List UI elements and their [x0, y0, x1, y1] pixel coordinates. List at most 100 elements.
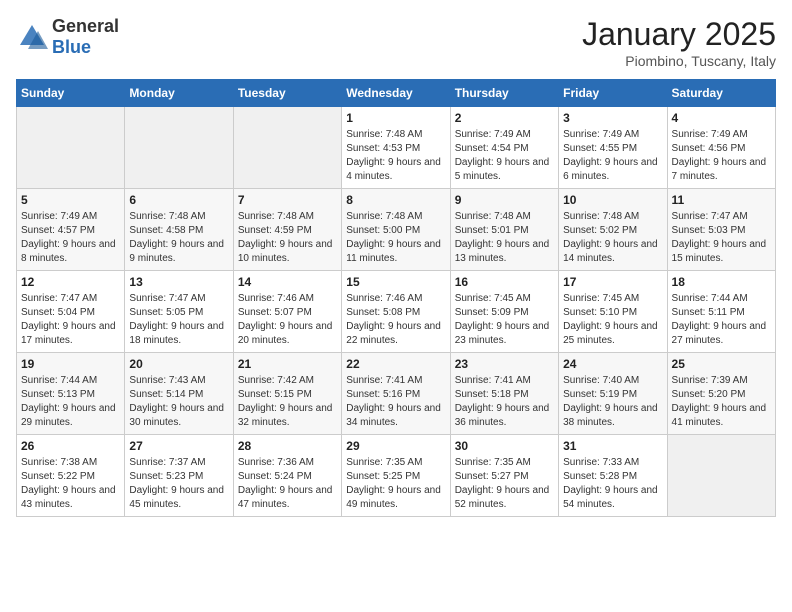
- day-info: Sunrise: 7:43 AM Sunset: 5:14 PM Dayligh…: [129, 374, 228, 430]
- day-number: 2: [455, 111, 554, 125]
- calendar-cell: 25 Sunrise: 7:39 AM Sunset: 5:20 PM Dayli…: [667, 353, 775, 435]
- calendar-cell: 30Sunrise: 7:35 AM Sunset: 5:27 PM Dayli…: [450, 435, 558, 517]
- calendar-cell: 16 Sunrise: 7:45 AM Sunset: 5:09 PM Dayli…: [450, 271, 558, 353]
- calendar-cell: 17 Sunrise: 7:45 AM Sunset: 5:10 PM Dayli…: [559, 271, 667, 353]
- calendar-cell: 10 Sunrise: 7:48 AM Sunset: 5:02 PM Dayli…: [559, 189, 667, 271]
- day-number: 19: [21, 357, 120, 371]
- day-number: 25: [672, 357, 771, 371]
- calendar-cell: 9Sunrise: 7:48 AM Sunset: 5:01 PM Daylig…: [450, 189, 558, 271]
- day-number: 27: [129, 439, 228, 453]
- column-header-monday: Monday: [125, 80, 233, 107]
- day-number: 9: [455, 193, 554, 207]
- logo: General Blue: [16, 16, 119, 58]
- day-info: Sunrise: 7:48 AM Sunset: 5:00 PM Dayligh…: [346, 210, 445, 266]
- calendar-cell: 26 Sunrise: 7:38 AM Sunset: 5:22 PM Dayli…: [17, 435, 125, 517]
- day-info: Sunrise: 7:45 AM Sunset: 5:09 PM Dayligh…: [455, 292, 554, 348]
- day-info: Sunrise: 7:44 AM Sunset: 5:13 PM Dayligh…: [21, 374, 120, 430]
- day-info: Sunrise: 7:48 AM Sunset: 4:59 PM Dayligh…: [238, 210, 337, 266]
- day-number: 17: [563, 275, 662, 289]
- day-number: 8: [346, 193, 445, 207]
- day-info: Sunrise: 7:35 AM Sunset: 5:27 PM Dayligh…: [455, 456, 554, 512]
- day-number: 23: [455, 357, 554, 371]
- day-info: Sunrise: 7:40 AM Sunset: 5:19 PM Dayligh…: [563, 374, 662, 430]
- day-info: Sunrise: 7:36 AM Sunset: 5:24 PM Dayligh…: [238, 456, 337, 512]
- calendar-week-row: 12 Sunrise: 7:47 AM Sunset: 5:04 PM Dayli…: [17, 271, 776, 353]
- calendar-cell: [125, 107, 233, 189]
- day-number: 21: [238, 357, 337, 371]
- calendar-week-row: 26 Sunrise: 7:38 AM Sunset: 5:22 PM Dayli…: [17, 435, 776, 517]
- calendar-week-row: 19 Sunrise: 7:44 AM Sunset: 5:13 PM Dayli…: [17, 353, 776, 435]
- calendar-cell: 19 Sunrise: 7:44 AM Sunset: 5:13 PM Dayli…: [17, 353, 125, 435]
- day-number: 16: [455, 275, 554, 289]
- calendar-cell: 27 Sunrise: 7:37 AM Sunset: 5:23 PM Dayli…: [125, 435, 233, 517]
- day-number: 3: [563, 111, 662, 125]
- day-info: Sunrise: 7:47 AM Sunset: 5:04 PM Dayligh…: [21, 292, 120, 348]
- day-number: 26: [21, 439, 120, 453]
- day-info: Sunrise: 7:48 AM Sunset: 5:02 PM Dayligh…: [563, 210, 662, 266]
- day-info: Sunrise: 7:49 AM Sunset: 4:56 PM Dayligh…: [672, 128, 771, 184]
- title-block: January 2025 Piombino, Tuscany, Italy: [582, 16, 776, 69]
- day-info: Sunrise: 7:33 AM Sunset: 5:28 PM Dayligh…: [563, 456, 662, 512]
- day-number: 6: [129, 193, 228, 207]
- day-info: Sunrise: 7:46 AM Sunset: 5:07 PM Dayligh…: [238, 292, 337, 348]
- calendar-cell: [233, 107, 341, 189]
- day-info: Sunrise: 7:47 AM Sunset: 5:03 PM Dayligh…: [672, 210, 771, 266]
- day-number: 11: [672, 193, 771, 207]
- day-info: Sunrise: 7:44 AM Sunset: 5:11 PM Dayligh…: [672, 292, 771, 348]
- day-info: Sunrise: 7:47 AM Sunset: 5:05 PM Dayligh…: [129, 292, 228, 348]
- calendar-cell: 23Sunrise: 7:41 AM Sunset: 5:18 PM Dayli…: [450, 353, 558, 435]
- calendar-cell: 11 Sunrise: 7:47 AM Sunset: 5:03 PM Dayli…: [667, 189, 775, 271]
- day-number: 15: [346, 275, 445, 289]
- calendar-table: SundayMondayTuesdayWednesdayThursdayFrid…: [16, 79, 776, 517]
- month-title: January 2025: [582, 16, 776, 53]
- day-number: 1: [346, 111, 445, 125]
- calendar-cell: 21 Sunrise: 7:42 AM Sunset: 5:15 PM Dayli…: [233, 353, 341, 435]
- day-number: 18: [672, 275, 771, 289]
- day-info: Sunrise: 7:35 AM Sunset: 5:25 PM Dayligh…: [346, 456, 445, 512]
- calendar-cell: 20 Sunrise: 7:43 AM Sunset: 5:14 PM Dayli…: [125, 353, 233, 435]
- day-info: Sunrise: 7:41 AM Sunset: 5:16 PM Dayligh…: [346, 374, 445, 430]
- day-info: Sunrise: 7:37 AM Sunset: 5:23 PM Dayligh…: [129, 456, 228, 512]
- calendar-cell: 6 Sunrise: 7:48 AM Sunset: 4:58 PM Daylig…: [125, 189, 233, 271]
- column-header-saturday: Saturday: [667, 80, 775, 107]
- calendar-cell: 24 Sunrise: 7:40 AM Sunset: 5:19 PM Dayli…: [559, 353, 667, 435]
- day-number: 12: [21, 275, 120, 289]
- column-header-thursday: Thursday: [450, 80, 558, 107]
- day-info: Sunrise: 7:48 AM Sunset: 4:58 PM Dayligh…: [129, 210, 228, 266]
- calendar-cell: 1Sunrise: 7:48 AM Sunset: 4:53 PM Daylig…: [342, 107, 450, 189]
- day-number: 20: [129, 357, 228, 371]
- day-number: 4: [672, 111, 771, 125]
- calendar-cell: [667, 435, 775, 517]
- day-number: 14: [238, 275, 337, 289]
- calendar-cell: 13 Sunrise: 7:47 AM Sunset: 5:05 PM Dayli…: [125, 271, 233, 353]
- calendar-cell: 4 Sunrise: 7:49 AM Sunset: 4:56 PM Daylig…: [667, 107, 775, 189]
- day-info: Sunrise: 7:38 AM Sunset: 5:22 PM Dayligh…: [21, 456, 120, 512]
- day-info: Sunrise: 7:39 AM Sunset: 5:20 PM Dayligh…: [672, 374, 771, 430]
- day-number: 29: [346, 439, 445, 453]
- day-info: Sunrise: 7:42 AM Sunset: 5:15 PM Dayligh…: [238, 374, 337, 430]
- day-number: 24: [563, 357, 662, 371]
- logo-text: General Blue: [52, 16, 119, 58]
- page-header: General Blue January 2025 Piombino, Tusc…: [16, 16, 776, 69]
- location-title: Piombino, Tuscany, Italy: [582, 53, 776, 69]
- day-number: 31: [563, 439, 662, 453]
- calendar-header-row: SundayMondayTuesdayWednesdayThursdayFrid…: [17, 80, 776, 107]
- day-number: 13: [129, 275, 228, 289]
- calendar-cell: 14 Sunrise: 7:46 AM Sunset: 5:07 PM Dayli…: [233, 271, 341, 353]
- day-number: 28: [238, 439, 337, 453]
- calendar-cell: 8 Sunrise: 7:48 AM Sunset: 5:00 PM Daylig…: [342, 189, 450, 271]
- day-number: 22: [346, 357, 445, 371]
- calendar-cell: 3 Sunrise: 7:49 AM Sunset: 4:55 PM Daylig…: [559, 107, 667, 189]
- calendar-cell: [17, 107, 125, 189]
- day-number: 10: [563, 193, 662, 207]
- column-header-tuesday: Tuesday: [233, 80, 341, 107]
- calendar-week-row: 5Sunrise: 7:49 AM Sunset: 4:57 PM Daylig…: [17, 189, 776, 271]
- logo-icon: [16, 21, 48, 53]
- day-info: Sunrise: 7:46 AM Sunset: 5:08 PM Dayligh…: [346, 292, 445, 348]
- calendar-cell: 5Sunrise: 7:49 AM Sunset: 4:57 PM Daylig…: [17, 189, 125, 271]
- calendar-cell: 12 Sunrise: 7:47 AM Sunset: 5:04 PM Dayli…: [17, 271, 125, 353]
- calendar-cell: 18 Sunrise: 7:44 AM Sunset: 5:11 PM Dayli…: [667, 271, 775, 353]
- day-info: Sunrise: 7:45 AM Sunset: 5:10 PM Dayligh…: [563, 292, 662, 348]
- day-info: Sunrise: 7:49 AM Sunset: 4:55 PM Dayligh…: [563, 128, 662, 184]
- calendar-cell: 31 Sunrise: 7:33 AM Sunset: 5:28 PM Dayli…: [559, 435, 667, 517]
